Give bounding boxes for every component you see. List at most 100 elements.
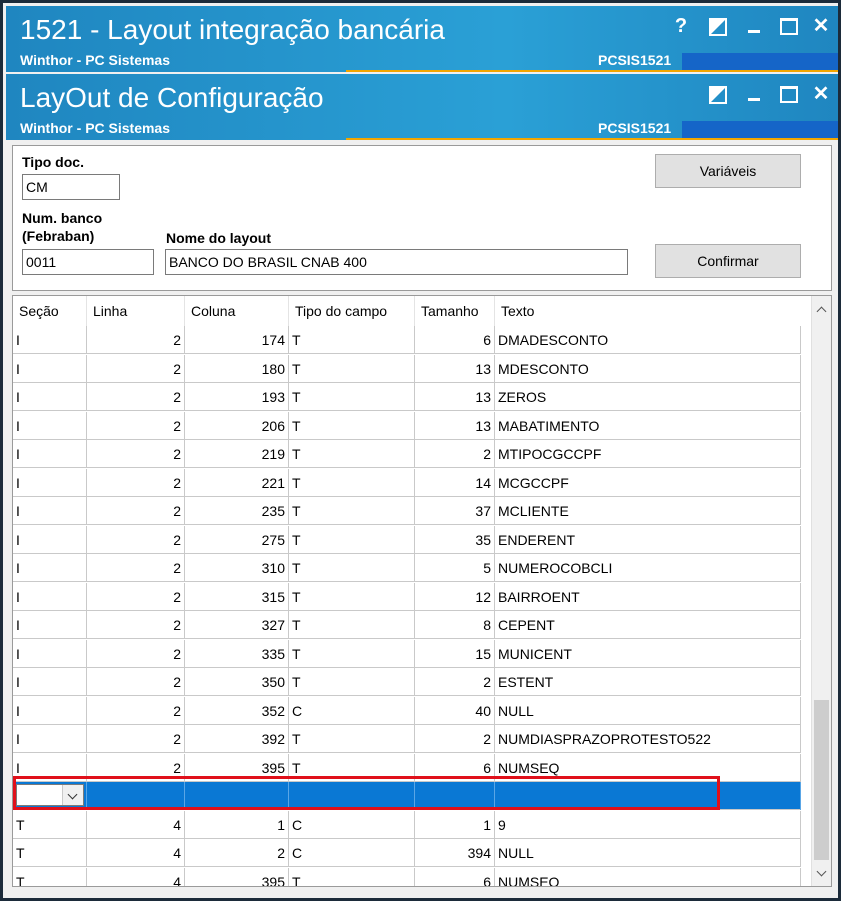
cell-linha[interactable]: 4 [87,810,185,839]
column-header-texto[interactable]: Texto [495,296,801,326]
table-row[interactable]: I 2 275 T 35 ENDERENT [13,525,801,554]
table-row[interactable]: I 2 310 T 5 NUMEROCOBCLI [13,554,801,582]
cell-texto[interactable]: BAIRROENT [495,582,801,611]
cell-coluna[interactable]: 395 [185,753,289,782]
tipo-doc-field[interactable]: CM [22,174,120,200]
cell-coluna[interactable]: 206 [185,411,289,440]
cell-tamanho[interactable]: 6 [415,326,495,354]
table-row[interactable]: I 2 352 C 40 NULL [13,696,801,725]
table-row[interactable]: I 2 180 T 13 MDESCONTO [13,354,801,383]
cell-texto[interactable]: MCLIENTE [495,497,801,525]
column-header-secao[interactable]: Seção [13,296,87,326]
cell-texto[interactable]: MUNICENT [495,639,801,668]
cell-tipo-campo[interactable]: C [289,696,415,725]
dialog-close-button[interactable]: ✕ [809,82,833,106]
cell-tamanho[interactable]: 35 [415,525,495,554]
cell-secao[interactable]: T [13,810,87,839]
variaveis-button[interactable]: Variáveis [655,154,801,188]
cell-secao[interactable]: I [13,725,87,753]
cell-tipo-campo[interactable]: T [289,411,415,440]
cell-secao[interactable]: I [13,440,87,468]
cell-texto[interactable]: 9 [495,810,801,839]
cell-coluna[interactable]: 352 [185,696,289,725]
cell-linha[interactable]: 2 [87,383,185,411]
cell-texto[interactable]: MTIPOCGCCPF [495,440,801,468]
cell-coluna[interactable] [185,782,289,810]
cell-texto[interactable]: ENDERENT [495,525,801,554]
cell-tipo-campo[interactable]: T [289,440,415,468]
cell-texto[interactable]: ESTENT [495,668,801,696]
table-row[interactable]: I 2 206 T 13 MABATIMENTO [13,411,801,440]
table-row[interactable]: I 2 335 T 15 MUNICENT [13,639,801,668]
cell-secao[interactable]: I [13,668,87,696]
cell-secao[interactable]: T [13,839,87,867]
cell-linha[interactable]: 2 [87,468,185,497]
cell-texto[interactable]: MABATIMENTO [495,411,801,440]
cell-coluna[interactable]: 275 [185,525,289,554]
cell-texto[interactable]: ZEROS [495,383,801,411]
cell-linha[interactable]: 2 [87,497,185,525]
column-header-tipo-campo[interactable]: Tipo do campo [289,296,415,326]
cell-tipo-campo[interactable]: T [289,753,415,782]
cell-coluna[interactable]: 219 [185,440,289,468]
cell-texto[interactable]: NUMEROCOBCLI [495,554,801,582]
restore-button[interactable] [706,14,730,38]
cell-secao[interactable]: T [13,867,87,886]
cell-secao[interactable]: I [13,611,87,639]
cell-tamanho[interactable]: 5 [415,554,495,582]
cell-tipo-campo[interactable]: T [289,867,415,886]
table-row[interactable]: I 2 221 T 14 MCGCCPF [13,468,801,497]
cell-tamanho[interactable]: 12 [415,582,495,611]
nome-layout-field[interactable]: BANCO DO BRASIL CNAB 400 [165,249,628,275]
cell-coluna[interactable]: 315 [185,582,289,611]
cell-texto[interactable]: NUMSEQ [495,753,801,782]
cell-linha[interactable]: 2 [87,582,185,611]
cell-coluna[interactable]: 174 [185,326,289,354]
column-header-coluna[interactable]: Coluna [185,296,289,326]
cell-tamanho[interactable]: 6 [415,867,495,886]
cell-tipo-campo[interactable]: T [289,468,415,497]
cell-tamanho[interactable]: 6 [415,753,495,782]
cell-tamanho[interactable]: 394 [415,839,495,867]
cell-coluna[interactable]: 221 [185,468,289,497]
cell-linha[interactable]: 2 [87,725,185,753]
cell-linha[interactable]: 2 [87,696,185,725]
cell-linha[interactable]: 2 [87,639,185,668]
cell-tipo-campo[interactable]: T [289,326,415,354]
scroll-down-icon[interactable] [812,864,831,884]
cell-texto[interactable] [495,782,801,810]
cell-linha[interactable] [87,782,185,810]
column-header-linha[interactable]: Linha [87,296,185,326]
table-row[interactable]: I 2 395 T 6 NUMSEQ [13,753,801,782]
cell-tamanho[interactable] [415,782,495,810]
cell-secao[interactable]: I [13,554,87,582]
cell-secao[interactable]: I [13,411,87,440]
cell-secao[interactable]: I [13,696,87,725]
cell-tipo-campo[interactable]: T [289,639,415,668]
cell-secao[interactable]: I [13,354,87,383]
table-row[interactable]: T41C19 [13,810,801,839]
cell-linha[interactable]: 2 [87,611,185,639]
cell-secao[interactable]: I [13,468,87,497]
cell-texto[interactable]: MCGCCPF [495,468,801,497]
cell-tipo-campo[interactable]: T [289,611,415,639]
cell-tipo-campo[interactable]: T [289,725,415,753]
cell-coluna[interactable]: 392 [185,725,289,753]
cell-tamanho[interactable]: 2 [415,440,495,468]
scroll-thumb[interactable] [814,700,829,860]
cell-texto[interactable]: NULL [495,696,801,725]
cell-texto[interactable]: NUMSEQ [495,867,801,886]
minimize-button[interactable] [742,14,766,38]
cell-linha[interactable]: 2 [87,554,185,582]
cell-secao[interactable]: I [13,639,87,668]
cell-tipo-campo[interactable] [289,782,415,810]
cell-tamanho[interactable]: 14 [415,468,495,497]
cell-tipo-campo[interactable]: T [289,383,415,411]
cell-secao[interactable]: I [13,525,87,554]
cell-linha[interactable]: 4 [87,867,185,886]
table-row-selected[interactable] [13,782,801,810]
dialog-minimize-button[interactable] [742,82,766,106]
cell-secao[interactable]: I [13,582,87,611]
cell-tamanho[interactable]: 8 [415,611,495,639]
table-row[interactable]: I 2 235 T 37 MCLIENTE [13,497,801,525]
